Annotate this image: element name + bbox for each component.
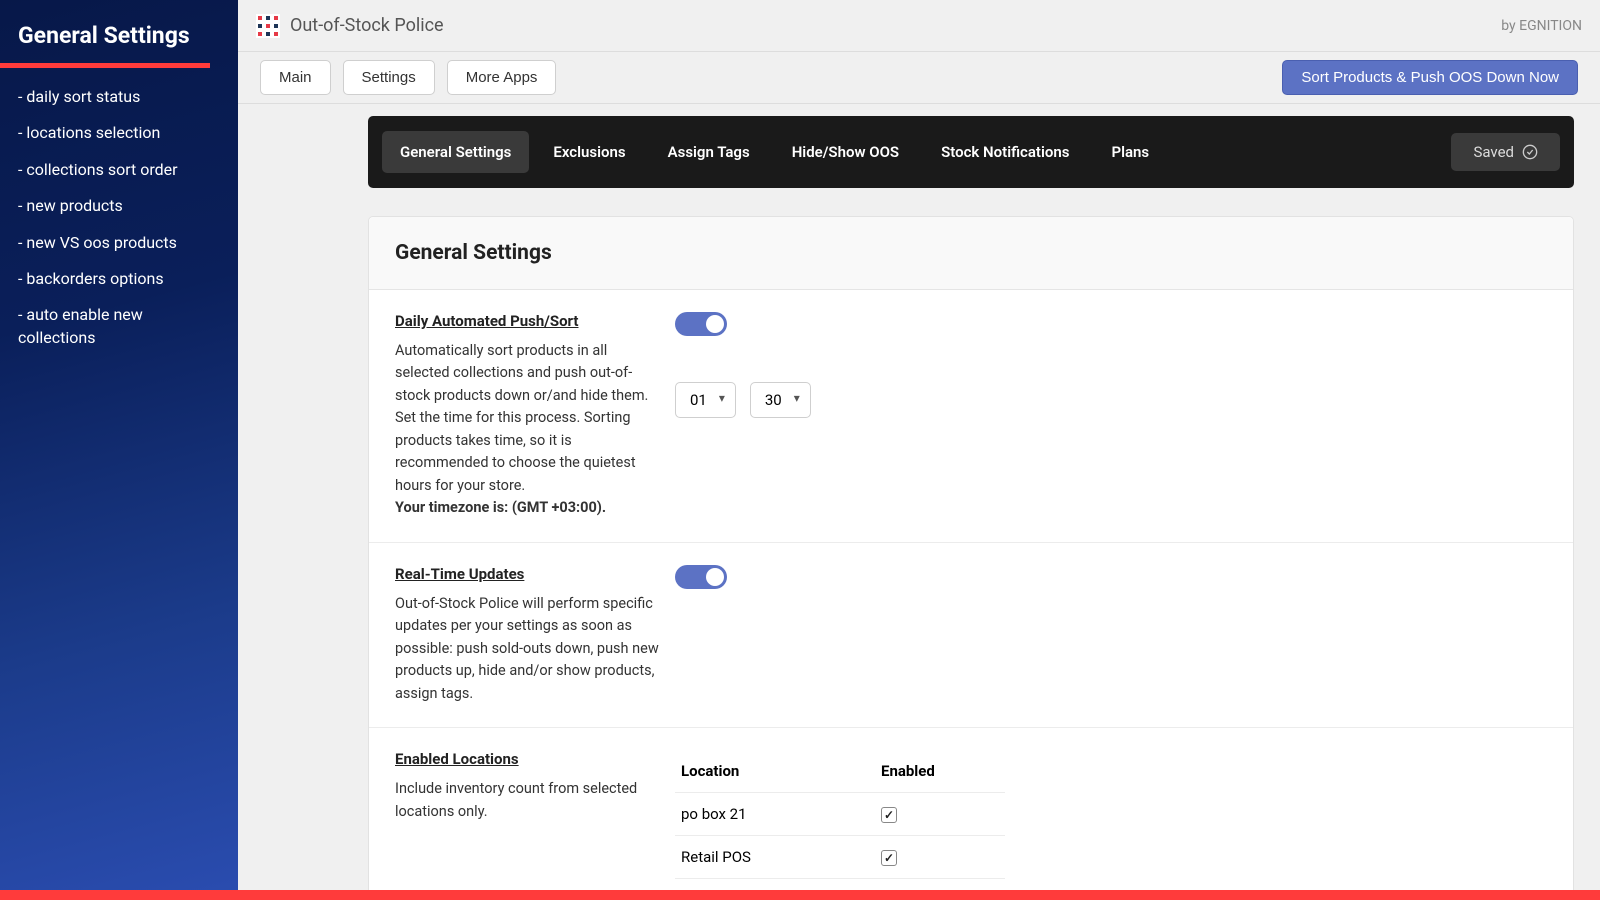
- realtime-desc: Out-of-Stock Police will perform specifi…: [395, 593, 663, 705]
- locations-table-head: Location Enabled: [675, 750, 1005, 793]
- sidebar-item-daily-sort-status[interactable]: - daily sort status: [18, 86, 220, 108]
- saved-label: Saved: [1473, 143, 1514, 161]
- main: Out-of-Stock Police by EGNITION Main Set…: [238, 0, 1600, 890]
- more-apps-button[interactable]: More Apps: [447, 60, 557, 95]
- content: General Settings Exclusions Assign Tags …: [238, 104, 1600, 890]
- tabbar: General Settings Exclusions Assign Tags …: [368, 116, 1574, 188]
- sidebar-item-locations-selection[interactable]: - locations selection: [18, 122, 220, 144]
- sort-now-button[interactable]: Sort Products & Push OOS Down Now: [1282, 60, 1578, 95]
- section-realtime: Real-Time Updates Out-of-Stock Police wi…: [369, 543, 1573, 728]
- sidebar-item-collections-sort-order[interactable]: - collections sort order: [18, 159, 220, 181]
- section-locations: Enabled Locations Include inventory coun…: [369, 728, 1573, 890]
- panel-title: General Settings: [369, 217, 1573, 290]
- sidebar-item-auto-enable-new-collections[interactable]: - auto enable new collections: [18, 304, 220, 349]
- tab-general-settings[interactable]: General Settings: [382, 131, 529, 173]
- daily-sort-title[interactable]: Daily Automated Push/Sort: [395, 312, 663, 330]
- table-row: po box 21: [675, 793, 1005, 836]
- sidebar-title: General Settings: [0, 22, 238, 63]
- app-name: Out-of-Stock Police: [290, 15, 444, 36]
- location-name: po box 21: [681, 805, 881, 823]
- settings-panel: General Settings Daily Automated Push/So…: [368, 216, 1574, 890]
- sidebar: General Settings - daily sort status - l…: [0, 0, 238, 890]
- locations-desc: Include inventory count from selected lo…: [395, 778, 663, 823]
- sidebar-item-new-vs-oos-products[interactable]: - new VS oos products: [18, 232, 220, 254]
- location-enabled-checkbox[interactable]: [881, 850, 897, 866]
- bottom-accent-bar: [0, 890, 1600, 900]
- daily-sort-timezone: Your timezone is: (GMT +03:00).: [395, 499, 606, 516]
- main-button[interactable]: Main: [260, 60, 331, 95]
- table-row: Retail POS: [675, 836, 1005, 879]
- toolbar: Main Settings More Apps Sort Products & …: [238, 52, 1600, 104]
- section-daily-sort: Daily Automated Push/Sort Automatically …: [369, 290, 1573, 543]
- saved-indicator: Saved: [1451, 133, 1560, 171]
- col-location: Location: [681, 762, 881, 780]
- locations-table: Location Enabled po box 21 Retail POS: [675, 750, 1005, 890]
- check-circle-icon: [1522, 144, 1538, 160]
- minute-select[interactable]: 30: [750, 382, 811, 418]
- sidebar-links: - daily sort status - locations selectio…: [0, 68, 238, 381]
- location-enabled-checkbox[interactable]: [881, 807, 897, 823]
- table-row: Mirror UK Store: [675, 879, 1005, 890]
- tab-stock-notifications[interactable]: Stock Notifications: [923, 131, 1087, 173]
- tab-hide-show-oos[interactable]: Hide/Show OOS: [774, 131, 917, 173]
- sidebar-item-backorders-options[interactable]: - backorders options: [18, 268, 220, 290]
- tab-exclusions[interactable]: Exclusions: [535, 131, 643, 173]
- app-logo-icon: [256, 14, 280, 38]
- settings-button[interactable]: Settings: [343, 60, 435, 95]
- realtime-toggle[interactable]: [675, 565, 727, 589]
- locations-title[interactable]: Enabled Locations: [395, 750, 663, 768]
- hour-select[interactable]: 01: [675, 382, 736, 418]
- col-enabled: Enabled: [881, 762, 999, 780]
- daily-sort-desc: Automatically sort products in all selec…: [395, 340, 663, 520]
- by-line: by EGNITION: [1501, 18, 1582, 34]
- topbar: Out-of-Stock Police by EGNITION: [238, 0, 1600, 52]
- tab-assign-tags[interactable]: Assign Tags: [650, 131, 768, 173]
- sidebar-item-new-products[interactable]: - new products: [18, 195, 220, 217]
- realtime-title[interactable]: Real-Time Updates: [395, 565, 663, 583]
- location-name: Retail POS: [681, 848, 881, 866]
- daily-sort-time: 01 30: [675, 382, 1547, 418]
- tab-plans[interactable]: Plans: [1093, 131, 1167, 173]
- daily-sort-toggle[interactable]: [675, 312, 727, 336]
